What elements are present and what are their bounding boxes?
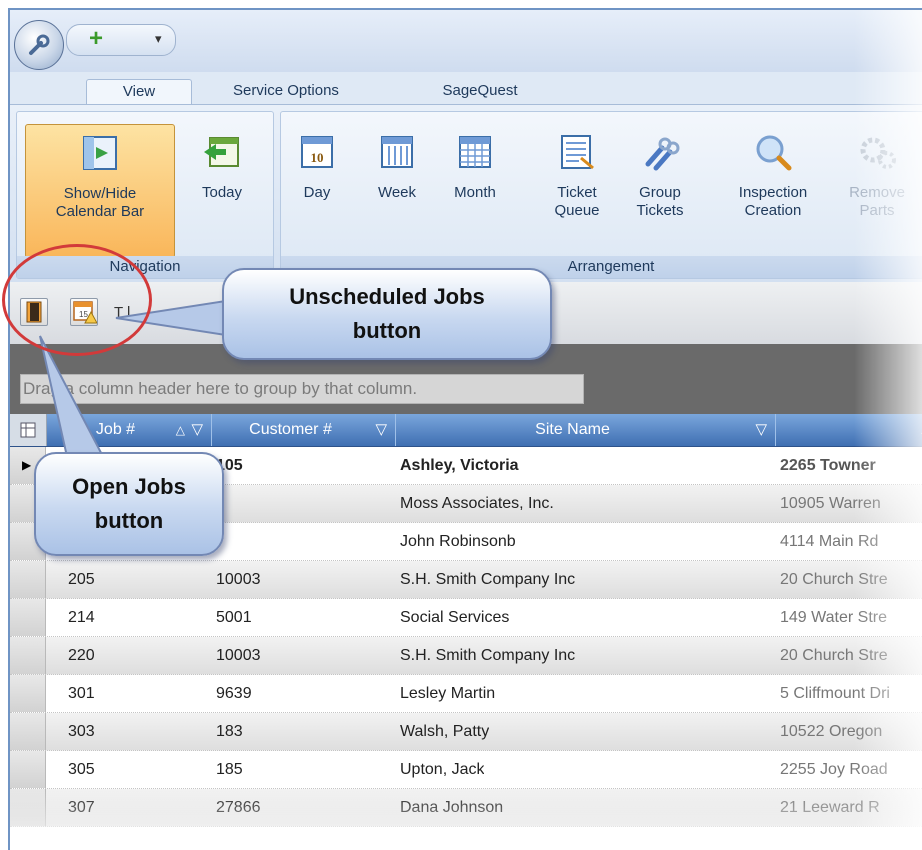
- unscheduled-callout-line1: Unscheduled Jobs: [289, 284, 485, 309]
- open-jobs-callout: Open Jobs button: [34, 452, 224, 556]
- open-callout-line2: button: [94, 508, 164, 533]
- highlight-ring: [2, 244, 152, 356]
- open-callout-line1: Open Jobs: [72, 474, 186, 499]
- open-jobs-callout-pointer: [39, 335, 112, 471]
- unscheduled-jobs-callout: Unscheduled Jobs button: [222, 268, 552, 360]
- unscheduled-callout-line2: button: [352, 318, 422, 343]
- callout-pointers: [39, 298, 233, 471]
